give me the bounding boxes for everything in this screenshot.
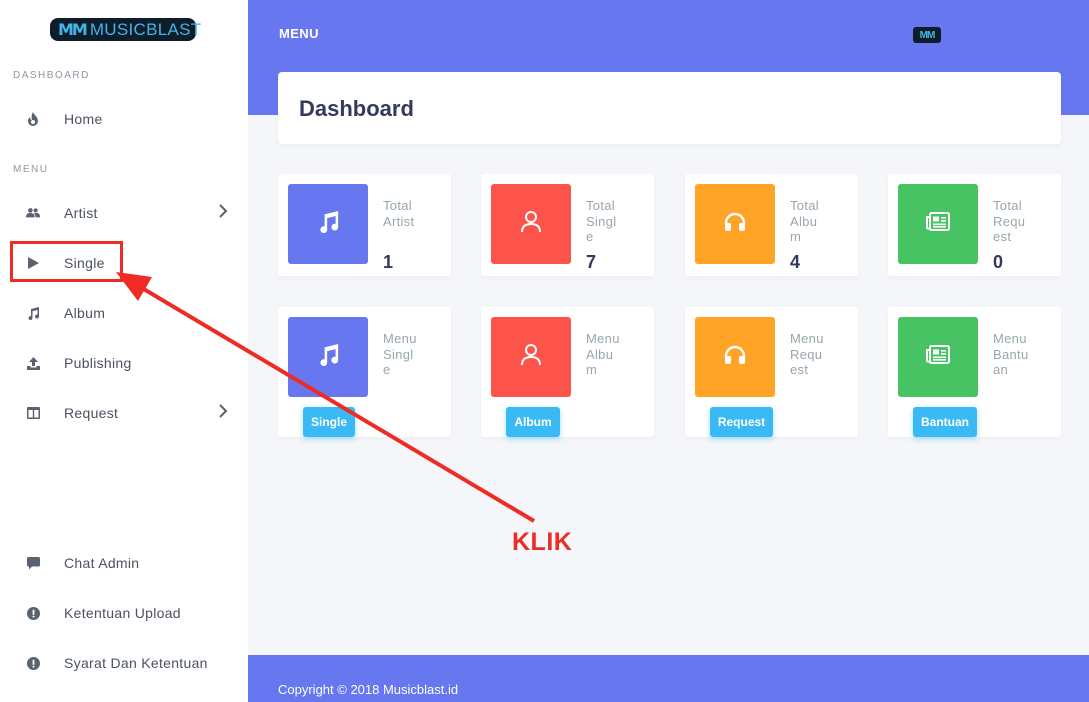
headphones-icon (724, 212, 746, 237)
newspaper-icon (926, 212, 950, 236)
sidebar-item-label: Album (64, 305, 106, 321)
stat-icon-box (491, 184, 571, 264)
menu-icon-box (898, 317, 978, 397)
music-note-icon (26, 306, 40, 320)
sidebar-item-request[interactable]: Request (0, 393, 248, 433)
sidebar-item-syarat-dan-ketentuan[interactable]: Syarat Dan Ketentuan (0, 643, 248, 683)
navbar-logo[interactable]: MM (913, 27, 941, 43)
sidebar-item-home[interactable]: Home (0, 99, 248, 139)
chevron-right-icon (218, 403, 228, 423)
stat-card-total-artist: Total Artist 1 (278, 174, 451, 276)
footer: Copyright © 2018 Musicblast.id (248, 655, 1089, 702)
columns-icon (26, 406, 40, 420)
menu-card-bantuan: Menu Bantuan Bantuan (888, 307, 1061, 437)
sidebar-item-label: Publishing (64, 355, 132, 371)
stat-label: Total Request (993, 198, 1026, 244)
section-label-dashboard: DASHBOARD (13, 70, 90, 81)
sidebar-item-album[interactable]: Album (0, 293, 248, 333)
request-button[interactable]: Request (710, 407, 773, 437)
stat-label: Total Single (586, 198, 617, 244)
menu-card-album: Menu Album Album (481, 307, 654, 437)
section-label-menu: MENU (13, 164, 49, 175)
stat-label: Total Album (790, 198, 819, 244)
sidebar-item-label: Syarat Dan Ketentuan (64, 655, 208, 671)
music-note-icon (317, 210, 339, 238)
stat-value: 4 (790, 252, 801, 272)
stat-label: Total Artist (383, 198, 415, 229)
stat-value: 7 (586, 252, 597, 272)
upload-icon (26, 356, 40, 370)
single-button[interactable]: Single (303, 407, 355, 437)
user-icon (521, 210, 541, 238)
menu-icon-box (288, 317, 368, 397)
menu-label: Menu Single (383, 331, 417, 377)
brand-logo[interactable]: MM MUSICBLAST (50, 18, 201, 41)
annotation-highlight-box (10, 241, 123, 282)
exclamation-icon (26, 656, 40, 670)
menu-label: Menu Bantuan (993, 331, 1029, 377)
menu-card-request: Menu Request Request (685, 307, 858, 437)
sidebar-item-label: Home (64, 111, 103, 127)
chat-icon (26, 556, 40, 570)
page-header-card: Dashboard (278, 72, 1061, 144)
bantuan-button[interactable]: Bantuan (913, 407, 977, 437)
stat-icon-box (695, 184, 775, 264)
logo-text: MUSICBLAST (89, 19, 202, 39)
music-note-icon (317, 343, 339, 371)
menu-icon-box (695, 317, 775, 397)
stat-card-total-single: Total Single 7 (481, 174, 654, 276)
stat-value: 1 (383, 252, 394, 272)
sidebar-item-label: Ketentuan Upload (64, 605, 181, 621)
stat-card-total-request: Total Request 0 (888, 174, 1061, 276)
headphones-icon (724, 345, 746, 370)
user-icon (521, 343, 541, 371)
chevron-right-icon (218, 203, 228, 223)
page-title: Dashboard (299, 96, 414, 121)
sidebar-item-publishing[interactable]: Publishing (0, 343, 248, 383)
annotation-label: KLIK (512, 528, 573, 556)
stat-icon-box (288, 184, 368, 264)
stat-icon-box (898, 184, 978, 264)
sidebar-item-label: Request (64, 405, 119, 421)
navbar-title: MENU (279, 26, 319, 41)
users-icon (26, 206, 40, 220)
menu-label: Menu Request (790, 331, 824, 377)
menu-label: Menu Album (586, 331, 620, 377)
album-button[interactable]: Album (506, 407, 560, 437)
fire-icon (26, 112, 40, 126)
menu-icon-box (491, 317, 571, 397)
sidebar-item-ketentuan-upload[interactable]: Ketentuan Upload (0, 593, 248, 633)
exclamation-icon (26, 606, 40, 620)
newspaper-icon (926, 345, 950, 369)
sidebar: MM MUSICBLAST DASHBOARD Home MENU Artist… (0, 0, 248, 702)
sidebar-item-label: Chat Admin (64, 555, 140, 571)
footer-copyright: Copyright © 2018 Musicblast.id (278, 682, 459, 697)
menu-card-single: Menu Single Single (278, 307, 451, 437)
stat-card-total-album: Total Album 4 (685, 174, 858, 276)
sidebar-item-label: Artist (64, 205, 98, 221)
sidebar-item-chat-admin[interactable]: Chat Admin (0, 543, 248, 583)
sidebar-item-artist[interactable]: Artist (0, 193, 248, 233)
logo-mark: MM (58, 20, 88, 39)
stat-value: 0 (993, 252, 1004, 272)
